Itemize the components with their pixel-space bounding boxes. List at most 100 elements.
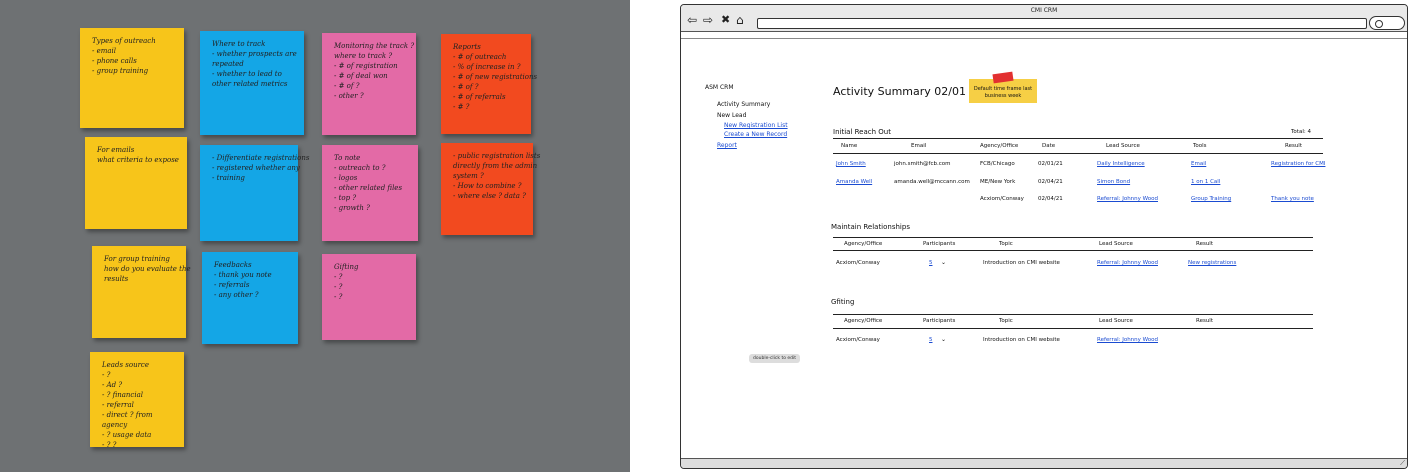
sidebar-item-new-lead[interactable]: New Lead xyxy=(717,112,746,119)
sticky-note-line: - ? usage data xyxy=(102,431,152,439)
sticky-note-line: - public registration lists xyxy=(453,152,541,160)
sticky-note: Monitoring the track ? where to track ? - … xyxy=(322,33,416,135)
table-cell-lead-source[interactable]: Referral: Johnny Wood xyxy=(1097,196,1158,202)
sticky-note-line: - ? xyxy=(334,293,343,301)
sticky-note-line: Gifting xyxy=(334,263,359,271)
sticky-note: For group training how do you evaluate th… xyxy=(92,246,191,338)
table-cell-topic: Introduction on CMI website xyxy=(983,260,1060,266)
column-header: Participants xyxy=(923,318,956,324)
close-x-icon[interactable]: ✖ xyxy=(721,14,730,26)
column-header: Result xyxy=(1196,241,1213,247)
back-arrow-icon[interactable]: ⇦ xyxy=(687,14,697,26)
table-cell-lead-source[interactable]: Referral: Johnny Wood xyxy=(1097,260,1158,266)
sticky-note-line: - training xyxy=(212,174,245,182)
section-heading-maintain-relationships: Maintain Relationships xyxy=(831,223,910,231)
table-cell-lead-source[interactable]: Daily Intelligence xyxy=(1097,161,1145,167)
sticky-note-line: - outreach to ? xyxy=(334,164,386,172)
home-icon[interactable]: ⌂ xyxy=(736,14,744,26)
sticky-note: Leads source - ? - Ad ? - ? financial - refe… xyxy=(90,352,184,449)
table-cell-result[interactable]: New registrations xyxy=(1188,260,1236,266)
sticky-note-line: - ? xyxy=(334,283,343,291)
table-cell-agency: Acxiom/Conway xyxy=(836,260,880,266)
sticky-note-line: - thank you note xyxy=(214,271,272,279)
browser-titlebar: CMI CRM ⇦ ⇨ ✖ ⌂ xyxy=(681,5,1407,32)
forward-arrow-icon[interactable]: ⇨ xyxy=(703,14,713,26)
url-bar[interactable] xyxy=(757,18,1367,29)
table-cell-tools[interactable]: Email xyxy=(1191,161,1206,167)
table-cell-tools[interactable]: Group Training xyxy=(1191,196,1231,202)
table-cell-result[interactable]: Registration for CMI xyxy=(1271,161,1325,167)
section-heading-gifting: Gfiting xyxy=(831,298,855,306)
sticky-note-line: Monitoring the track ? xyxy=(334,42,415,50)
sidebar-item-activity-summary[interactable]: Activity Summary xyxy=(717,101,770,108)
sidebar-link-report[interactable]: Report xyxy=(717,142,737,149)
sticky-note-line: other related metrics xyxy=(212,80,288,88)
app-name: ASM CRM xyxy=(705,84,734,91)
sticky-note-line: - % of increase in ? xyxy=(453,63,521,71)
sticky-note-line: results xyxy=(104,275,129,283)
table-cell-email: amanda.well@mccann.com xyxy=(894,179,970,185)
column-header: Lead Source xyxy=(1099,318,1133,324)
annotation-sticky-note: Default time frame last business week xyxy=(969,79,1037,103)
sticky-note-line: what criteria to expose xyxy=(97,156,179,164)
column-header: Topic xyxy=(999,241,1013,247)
sticky-note-line: - any other ? xyxy=(214,291,259,299)
crm-wireframe-window: CMI CRM ⇦ ⇨ ✖ ⌂ ASM CRM Activity Summary… xyxy=(680,4,1408,469)
section-heading-initial-reach-out: Initial Reach Out xyxy=(833,128,891,136)
sticky-note: Reports - # of outreach - % of increase in… xyxy=(441,34,538,134)
sticky-note-line: - phone calls xyxy=(92,57,137,65)
sticky-note-line: - Differentiate registrations xyxy=(212,154,310,162)
table-cell-name[interactable]: John Smith xyxy=(836,161,866,167)
resize-handle-icon[interactable]: ⟋ xyxy=(1400,459,1405,468)
chevron-down-icon[interactable]: ⌄ xyxy=(941,336,946,343)
sidebar-link-create-record[interactable]: Create a New Record xyxy=(724,131,787,138)
sticky-note-line: directly from the admin xyxy=(453,162,538,170)
table-cell-name[interactable]: Amanda Well xyxy=(836,179,872,185)
sticky-note-line: - # of registration xyxy=(334,62,398,70)
sticky-note: - Differentiate registrations - registere… xyxy=(200,145,310,241)
participants-select[interactable]: 5 xyxy=(929,337,933,343)
sticky-note-line: For emails xyxy=(97,146,135,154)
table-cell-lead-source[interactable]: Simon Bond xyxy=(1097,179,1130,185)
sticky-note: Gifting - ? - ? - ? xyxy=(322,254,416,340)
sticky-note-line: - group training xyxy=(92,67,149,75)
total-count: Total: 4 xyxy=(1291,129,1311,135)
column-header: Result xyxy=(1285,143,1302,149)
sticky-note: To note - outreach to ? - logos - other rel… xyxy=(322,145,418,241)
sticky-note: - public registration lists directly fro… xyxy=(441,143,541,235)
table-cell-tools[interactable]: 1 on 1 Call xyxy=(1191,179,1220,185)
status-bar: ⟋ xyxy=(681,458,1407,468)
sticky-note: Types of outreach - email - phone calls - g… xyxy=(80,28,184,128)
sticky-note-line: - whether prospects are xyxy=(212,50,297,58)
chevron-down-icon[interactable]: ⌄ xyxy=(941,259,946,266)
table-cell-lead-source[interactable]: Referral: Johnny Wood xyxy=(1097,337,1158,343)
content-divider xyxy=(681,38,1407,39)
table-cell-agency: Acxiom/Conway xyxy=(980,196,1024,202)
sticky-note: For emails what criteria to expose xyxy=(85,137,187,229)
sticky-note-line: - ? xyxy=(102,371,111,379)
sticky-note-line: - Ad ? xyxy=(102,381,123,389)
table-cell-topic: Introduction on CMI website xyxy=(983,337,1060,343)
column-header: Date xyxy=(1042,143,1056,149)
table-cell-date: 02/01/21 xyxy=(1038,161,1063,167)
sticky-note-line: - where else ? data ? xyxy=(453,192,526,200)
sticky-note-line: Where to track xyxy=(212,40,266,48)
table-rule xyxy=(833,328,1313,329)
participants-select[interactable]: 5 xyxy=(929,260,933,266)
sticky-note-line: repeated xyxy=(212,60,244,68)
table-cell-result[interactable]: Thank you note xyxy=(1271,196,1314,202)
sidebar-link-new-registration-list[interactable]: New Registration List xyxy=(724,122,788,129)
sticky-note-line: - logos xyxy=(334,174,358,182)
sticky-note-line: where to track ? xyxy=(334,52,393,60)
sticky-note-line: - referral xyxy=(102,401,134,409)
sticky-note-line: - # of new registrations xyxy=(453,73,538,81)
table-cell-date: 02/04/21 xyxy=(1038,196,1063,202)
search-icon xyxy=(1375,20,1383,28)
sticky-note-line: - # of outreach xyxy=(453,53,507,61)
sticky-note-line: agency xyxy=(102,421,128,429)
sticky-note-line: system ? xyxy=(453,172,484,180)
search-box[interactable] xyxy=(1369,16,1405,30)
table-rule xyxy=(833,250,1313,251)
table-cell-agency: ME/New York xyxy=(980,179,1016,185)
sticky-note-line: - referrals xyxy=(214,281,250,289)
